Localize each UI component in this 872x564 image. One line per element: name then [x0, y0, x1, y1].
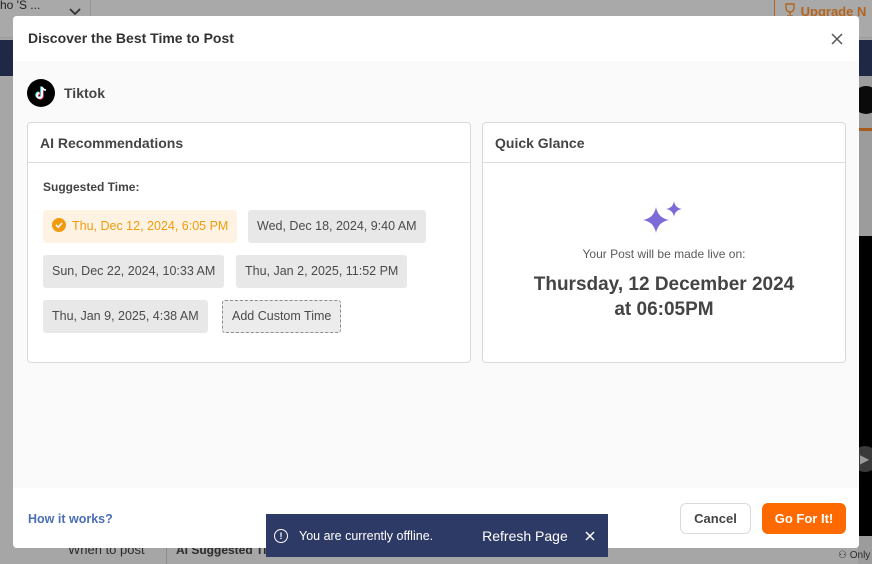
scheduled-date: Thursday, 12 December 2024	[533, 274, 795, 295]
background-only-text: Only	[849, 550, 871, 561]
time-chip-label: Sun, Dec 22, 2024, 10:33 AM	[52, 264, 216, 278]
time-chip[interactable]: Wed, Dec 18, 2024, 9:40 AM	[248, 210, 426, 243]
scheduled-time: at 06:05PM	[614, 299, 714, 320]
close-button[interactable]	[826, 28, 848, 50]
sparkle-icon	[643, 201, 682, 233]
refresh-page-button[interactable]: Refresh Page	[482, 528, 568, 544]
cancel-button[interactable]: Cancel	[680, 503, 751, 534]
quick-glance-body: Your Post will be made live on: Thursday…	[483, 163, 845, 362]
toast-message: You are currently offline.	[299, 528, 434, 543]
check-circle-icon	[52, 218, 66, 232]
best-time-modal: Discover the Best Time to Post Tiktok AI…	[13, 16, 859, 548]
offline-toast: ! You are currently offline. Refresh Pag…	[266, 514, 608, 557]
scheduled-datetime: Thursday, 12 December 2024 at 06:05PM	[483, 272, 845, 322]
ai-recommendations-title: AI Recommendations	[28, 123, 470, 163]
tiktok-icon	[27, 79, 55, 107]
live-on-label: Your Post will be made live on:	[582, 247, 746, 261]
time-chip-label: Thu, Jan 9, 2025, 4:38 AM	[52, 309, 199, 323]
time-chip-selected[interactable]: Thu, Dec 12, 2024, 6:05 PM	[43, 210, 238, 243]
add-custom-time-button[interactable]: Add Custom Time	[222, 300, 342, 333]
close-icon	[585, 530, 595, 541]
background-video-preview	[858, 236, 872, 536]
modal-title: Discover the Best Time to Post	[28, 30, 234, 46]
time-chip[interactable]: Sun, Dec 22, 2024, 10:33 AM	[43, 255, 225, 288]
background-only-label: ⚇ Only	[838, 550, 870, 561]
close-icon	[831, 33, 843, 45]
info-icon: !	[274, 528, 288, 543]
background-dropdown-text: ho 'S ...	[0, 0, 41, 12]
time-chip-label: Wed, Dec 18, 2024, 9:40 AM	[257, 219, 417, 233]
add-custom-time-label: Add Custom Time	[232, 309, 332, 323]
ai-recommendations-card: AI Recommendations Suggested Time: Thu, …	[27, 122, 471, 363]
go-for-it-button[interactable]: Go For It!	[762, 503, 846, 534]
toast-close-button[interactable]	[584, 530, 596, 542]
suggested-time-label: Suggested Time:	[43, 180, 140, 194]
platform-name: Tiktok	[64, 85, 105, 101]
how-it-works-link[interactable]: How it works?	[28, 512, 113, 526]
time-chip-label: Thu, Jan 2, 2025, 11:52 PM	[245, 264, 399, 278]
modal-header: Discover the Best Time to Post	[13, 16, 859, 61]
quick-glance-title: Quick Glance	[483, 123, 845, 163]
time-chip[interactable]: Thu, Jan 2, 2025, 11:52 PM	[236, 255, 408, 288]
time-chip[interactable]: Thu, Jan 9, 2025, 4:38 AM	[43, 300, 208, 333]
time-chip-label: Thu, Dec 12, 2024, 6:05 PM	[72, 219, 229, 233]
background-accent-bar	[858, 128, 872, 131]
platform-row: Tiktok	[27, 78, 105, 108]
quick-glance-card: Quick Glance Your Post will be made live…	[482, 122, 846, 363]
user-icon: ⚇	[838, 550, 847, 561]
